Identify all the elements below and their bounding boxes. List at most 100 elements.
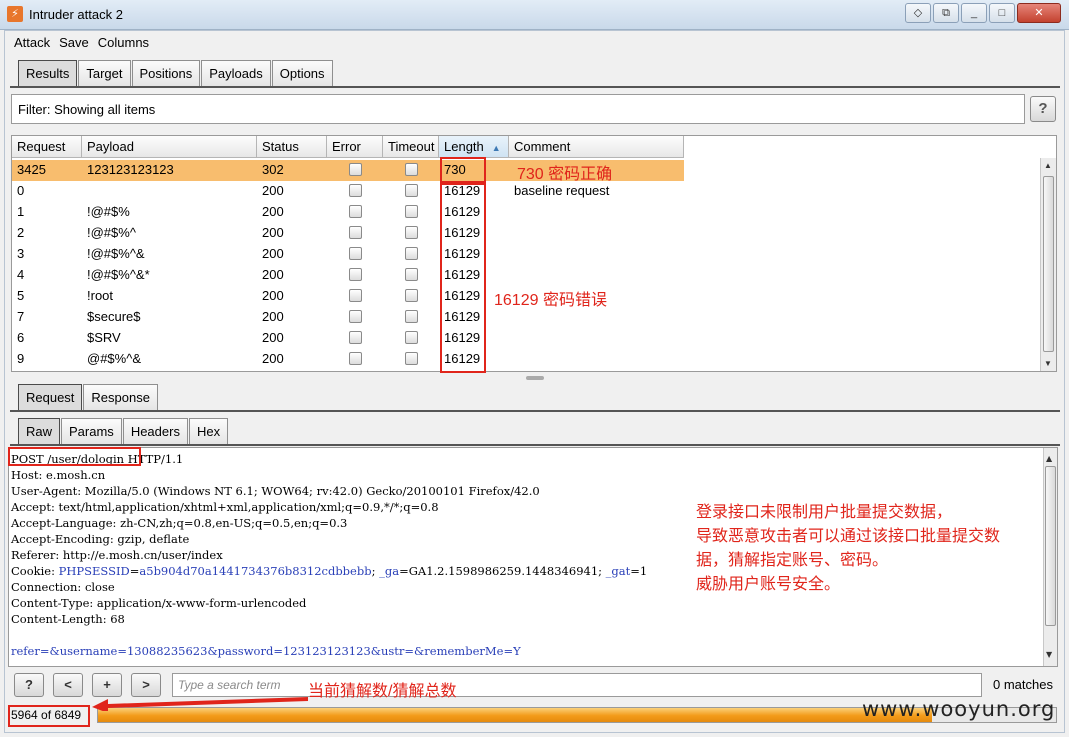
checkbox[interactable] (404, 226, 418, 239)
restore-icon[interactable]: ⧉ (933, 3, 959, 23)
table-row[interactable]: 2 !@#$%^ 200 16129 (12, 223, 684, 244)
checkbox[interactable] (404, 268, 418, 281)
tab-target[interactable]: Target (78, 60, 131, 87)
scrollbar-thumb[interactable] (1045, 466, 1056, 626)
help-button[interactable]: ? (1030, 96, 1056, 122)
editor-scrollbar[interactable]: ▲ ▼ (1043, 448, 1057, 666)
tab-positions[interactable]: Positions (131, 60, 201, 87)
checkbox[interactable] (348, 331, 362, 344)
menu-attack[interactable]: Attack (14, 34, 50, 51)
menu-save[interactable]: Save (59, 34, 89, 51)
menu-bar: Attack Save Columns (14, 34, 149, 51)
tab-raw[interactable]: Raw (18, 418, 61, 445)
checkbox[interactable] (348, 352, 362, 365)
checkbox[interactable] (404, 205, 418, 218)
checkbox[interactable] (348, 268, 362, 281)
checkbox[interactable] (404, 184, 418, 197)
checkbox[interactable] (348, 247, 362, 260)
cell-error (327, 349, 383, 370)
cell-error (327, 160, 383, 181)
column-status[interactable]: Status (257, 136, 327, 158)
table-row[interactable]: 6 $SRV 200 16129 (12, 328, 684, 349)
cell-payload: $secure$ (87, 309, 141, 324)
column-timeout[interactable]: Timeout (383, 136, 439, 158)
main-tabs: Results Target Positions Payloads Option… (18, 60, 334, 87)
cell-payload: @#$%^& (87, 351, 141, 366)
column-comment[interactable]: Comment (509, 136, 684, 158)
checkbox[interactable] (404, 352, 418, 365)
maximize-button[interactable]: □ (989, 3, 1015, 23)
add-button[interactable]: + (92, 673, 122, 697)
minimize-button[interactable]: _ (961, 3, 987, 23)
highlight-box-730 (440, 157, 486, 183)
cell-timeout (383, 328, 439, 349)
menu-columns[interactable]: Columns (98, 34, 149, 51)
table-row[interactable]: 7 $secure$ 200 16129 (12, 307, 684, 328)
request-editor[interactable]: POST /user/dologin HTTP/1.1 Host: e.mosh… (8, 447, 1058, 667)
column-payload[interactable]: Payload (82, 136, 257, 158)
search-help-button[interactable]: ? (14, 673, 44, 697)
next-match-button[interactable]: > (131, 673, 161, 697)
header-line: Connection: close (11, 580, 115, 594)
checkbox[interactable] (348, 184, 362, 197)
scroll-down-icon[interactable]: ▼ (1044, 359, 1052, 368)
scroll-up-icon[interactable]: ▲ (1046, 451, 1052, 467)
cell-comment (509, 202, 684, 223)
cell-status: 200 (262, 246, 284, 261)
cell-comment: baseline request (514, 183, 610, 198)
table-row[interactable]: 1 !@#$% 200 16129 (12, 202, 684, 223)
cell-request: 5 (17, 288, 25, 303)
table-row[interactable]: 0 200 16129 baseline request (12, 181, 684, 202)
checkbox[interactable] (348, 289, 362, 302)
cell-payload: !@#$%^& (87, 246, 145, 261)
cell-status: 200 (262, 267, 284, 282)
filter-bar[interactable]: Filter: Showing all items (11, 94, 1025, 124)
checkbox[interactable] (348, 310, 362, 323)
checkbox[interactable] (348, 205, 362, 218)
highlight-box-16129 (440, 183, 486, 373)
cell-error (327, 286, 383, 307)
checkbox[interactable] (348, 163, 362, 176)
cell-payload: 123123123123 (87, 162, 174, 177)
checkbox[interactable] (404, 310, 418, 323)
column-error[interactable]: Error (327, 136, 383, 158)
checkbox[interactable] (348, 226, 362, 239)
back-icon[interactable]: ◇ (905, 3, 931, 23)
cell-comment (509, 265, 684, 286)
checkbox[interactable] (404, 163, 418, 176)
column-length[interactable]: Length ▲ (439, 136, 509, 158)
previous-match-button[interactable]: < (53, 673, 83, 697)
tab-headers[interactable]: Headers (122, 418, 188, 445)
tab-payloads[interactable]: Payloads (201, 60, 271, 87)
checkbox[interactable] (404, 247, 418, 260)
annotation-correct: 730 密码正确 (517, 166, 613, 183)
table-scrollbar[interactable]: ▲ ▼ (1040, 158, 1056, 371)
tab-results[interactable]: Results (18, 60, 78, 87)
search-input[interactable]: Type a search term (172, 673, 982, 697)
tab-request[interactable]: Request (18, 384, 83, 411)
pane-splitter[interactable] (526, 376, 544, 380)
cell-comment (509, 307, 684, 328)
tab-hex[interactable]: Hex (188, 418, 229, 445)
table-row[interactable]: 3 !@#$%^& 200 16129 (12, 244, 684, 265)
table-row[interactable]: 9 @#$%^& 200 16129 (12, 349, 684, 370)
close-button[interactable]: ✕ (1017, 3, 1061, 23)
cell-status: 200 (262, 288, 284, 303)
checkbox[interactable] (404, 331, 418, 344)
cell-error (327, 328, 383, 349)
table-row[interactable]: 4 !@#$%^&* 200 16129 (12, 265, 684, 286)
scroll-down-icon[interactable]: ▼ (1046, 647, 1052, 663)
tab-params[interactable]: Params (61, 418, 122, 445)
cell-error (327, 181, 383, 202)
cell-error (327, 307, 383, 328)
scroll-up-icon[interactable]: ▲ (1044, 161, 1052, 170)
cell-status: 200 (262, 183, 284, 198)
cell-error (327, 202, 383, 223)
column-request[interactable]: Request (12, 136, 82, 158)
tab-options[interactable]: Options (271, 60, 333, 87)
scrollbar-thumb[interactable] (1043, 176, 1054, 352)
cell-status: 200 (262, 330, 284, 345)
tab-response[interactable]: Response (83, 384, 158, 411)
checkbox[interactable] (404, 289, 418, 302)
